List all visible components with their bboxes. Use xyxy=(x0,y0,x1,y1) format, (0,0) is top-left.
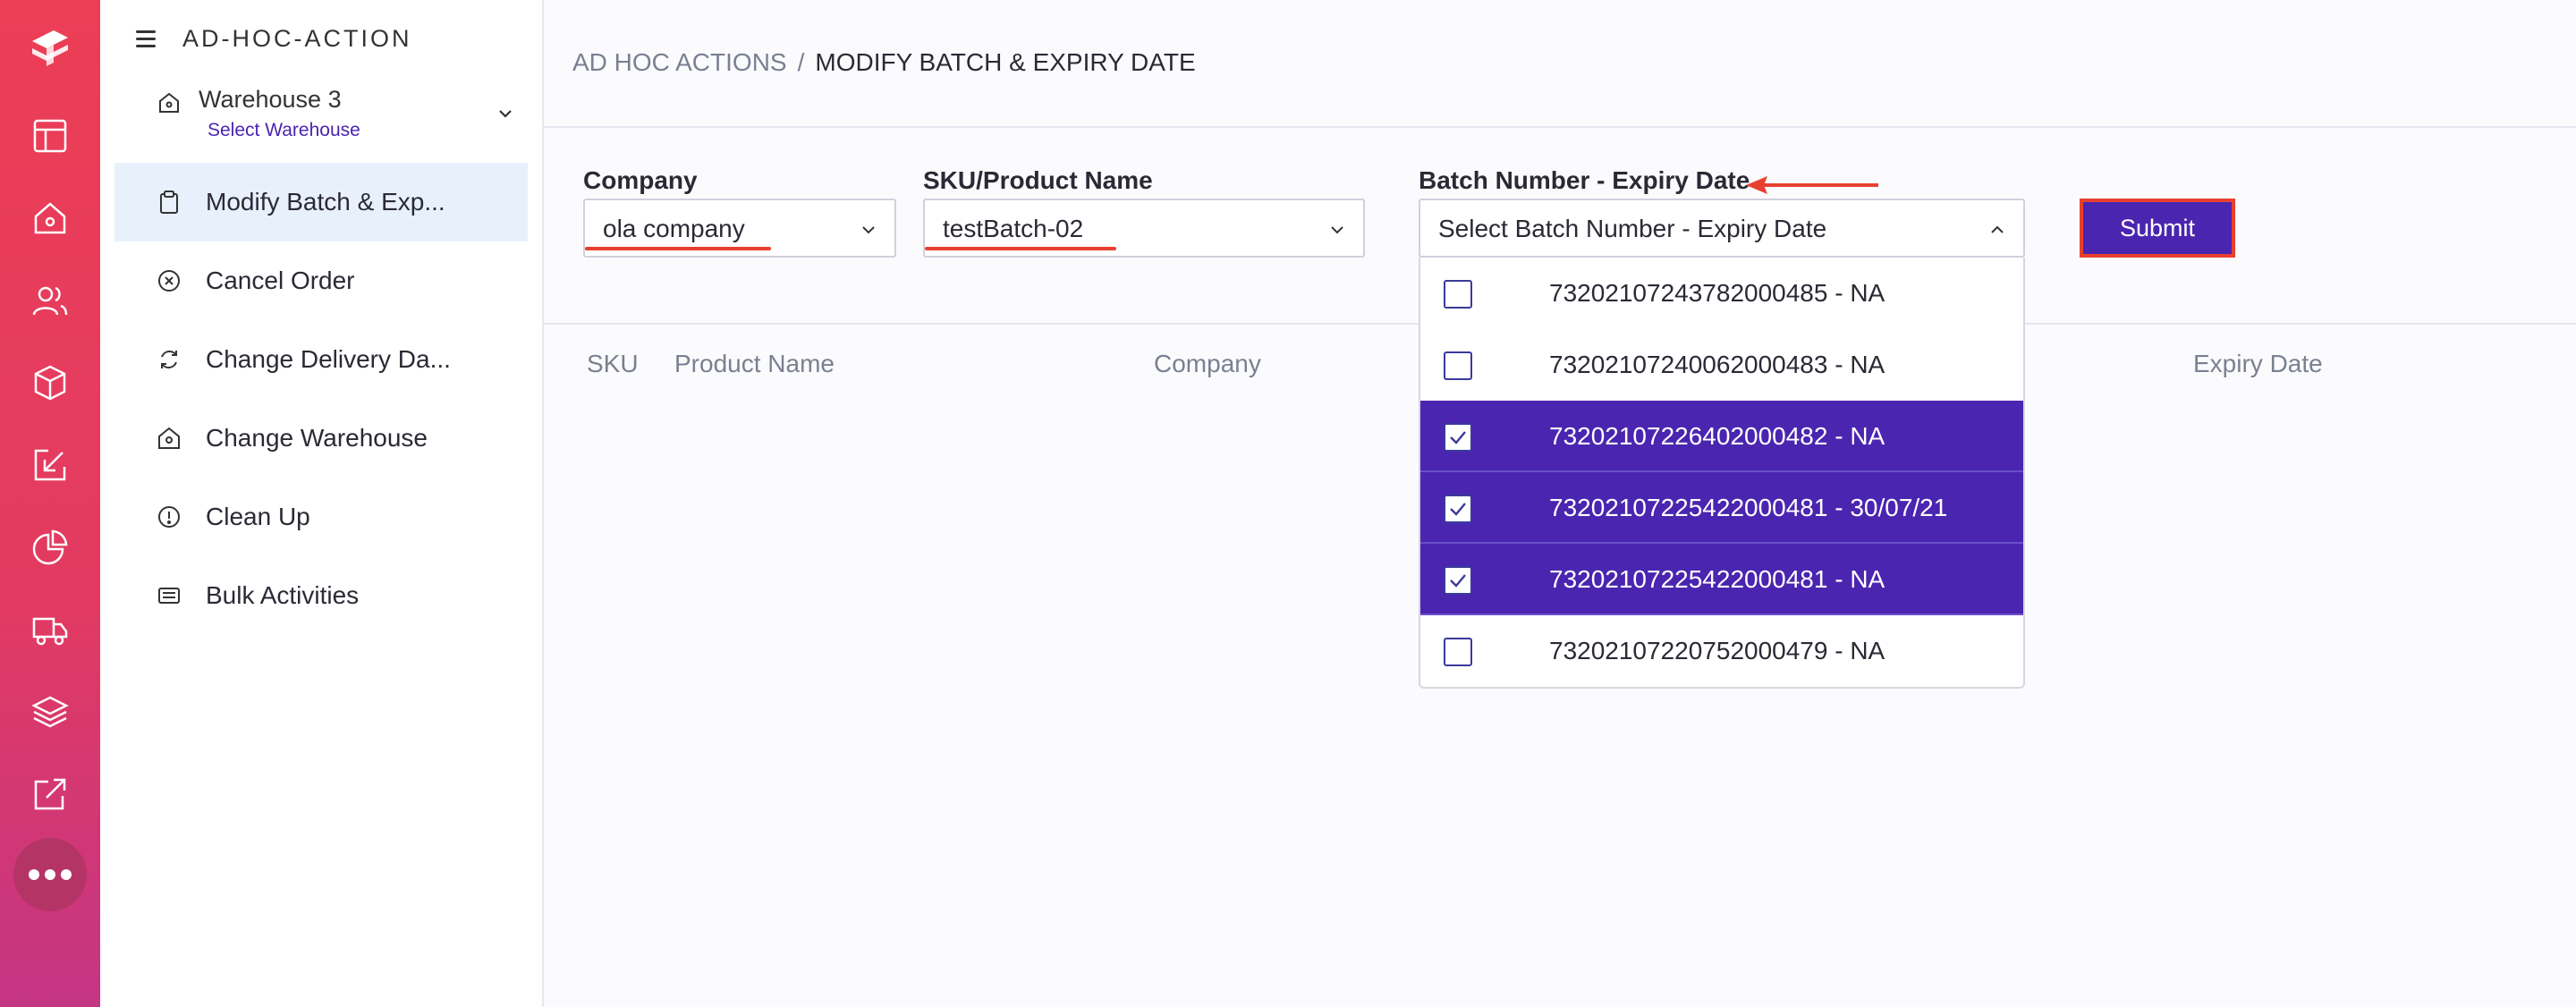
column-header-expiry-date: Expiry Date xyxy=(2193,350,2323,377)
batch-select[interactable]: Select Batch Number - Expiry Date xyxy=(1419,199,2025,258)
batch-placeholder: Select Batch Number - Expiry Date xyxy=(1438,215,1827,242)
batch-option-label: 73202107243782000485 - NA xyxy=(1549,279,1885,307)
sidebar-nav: Modify Batch & Exp... Cancel Order Chang… xyxy=(114,163,528,635)
chevron-down-icon xyxy=(862,226,875,234)
batch-option[interactable]: 73202107226402000482 - NA xyxy=(1420,401,2023,472)
chevron-down-icon xyxy=(1331,226,1343,234)
breadcrumb-current: MODIFY BATCH & EXPIRY DATE xyxy=(815,48,1196,76)
checkbox[interactable] xyxy=(1444,566,1472,595)
cancel-circle-icon xyxy=(158,270,180,292)
sidebar-item-label: Clean Up xyxy=(206,503,310,530)
checkbox[interactable] xyxy=(1444,495,1472,523)
sidebar-item-label: Change Delivery Da... xyxy=(206,345,451,373)
batch-option-label: 73202107240062000483 - NA xyxy=(1549,351,1885,378)
sku-label: SKU/Product Name xyxy=(923,166,1153,194)
check-icon xyxy=(1450,503,1466,516)
app-logo-icon[interactable] xyxy=(27,23,73,70)
batch-option[interactable]: 73202107240062000483 - NA xyxy=(1420,329,2023,401)
checkbox[interactable] xyxy=(1444,351,1472,380)
batch-option[interactable]: 73202107243782000485 - NA xyxy=(1420,258,2023,329)
batch-option-label: 73202107220752000479 - NA xyxy=(1549,637,1885,664)
sidebar-item-change-delivery-date[interactable]: Change Delivery Da... xyxy=(114,320,528,399)
app-title: AD-HOC-ACTION xyxy=(182,25,412,52)
warehouse-selector[interactable]: Warehouse 3 Select Warehouse xyxy=(157,86,515,148)
warehouse-name: Warehouse 3 xyxy=(199,86,342,113)
chevron-down-icon xyxy=(499,110,512,118)
column-header-sku: SKU xyxy=(587,350,639,377)
sku-value: testBatch-02 xyxy=(943,215,1084,242)
checkbox[interactable] xyxy=(1444,280,1472,309)
truck-icon[interactable] xyxy=(30,610,70,649)
alert-circle-icon xyxy=(158,506,180,528)
check-icon xyxy=(1450,574,1466,588)
sku-annotation-underline xyxy=(925,247,1116,250)
sidebar-item-label: Bulk Activities xyxy=(206,581,360,609)
batch-option-label: 73202107225422000481 - NA xyxy=(1549,565,1885,593)
refresh-icon xyxy=(161,351,177,368)
company-label: Company xyxy=(583,166,698,194)
layout-icon[interactable] xyxy=(30,116,70,156)
sidebar-item-modify-batch[interactable]: Modify Batch & Exp... xyxy=(114,163,528,241)
layers-icon[interactable] xyxy=(30,692,70,732)
batch-option[interactable]: 73202107220752000479 - NA xyxy=(1420,615,2023,687)
sidebar-item-bulk-activities[interactable]: Bulk Activities xyxy=(114,556,528,635)
sidebar-item-label: Modify Batch & Exp... xyxy=(206,188,445,216)
batch-option[interactable]: 73202107225422000481 - NA xyxy=(1420,544,2023,615)
check-icon xyxy=(1450,431,1466,444)
pie-chart-icon[interactable] xyxy=(30,528,70,567)
more-menu-button[interactable] xyxy=(13,838,87,911)
batch-option-label: 73202107225422000481 - 30/07/21 xyxy=(1549,494,1948,521)
sidebar: AD-HOC-ACTION Warehouse 3 Select Warehou… xyxy=(100,0,544,1007)
external-link-icon[interactable] xyxy=(30,774,70,814)
sidebar-header: AD-HOC-ACTION xyxy=(136,25,412,53)
hamburger-icon[interactable] xyxy=(136,30,156,48)
sidebar-item-label: Change Warehouse xyxy=(206,424,428,452)
checkbox[interactable] xyxy=(1444,423,1472,452)
warehouse-hint: Select Warehouse xyxy=(208,120,360,140)
submit-button[interactable]: Submit xyxy=(2080,199,2235,258)
sidebar-item-label: Cancel Order xyxy=(206,267,355,294)
column-header-product-name: Product Name xyxy=(674,350,835,377)
list-icon xyxy=(158,588,180,604)
batch-label: Batch Number - Expiry Date xyxy=(1419,166,1750,194)
sidebar-item-clean-up[interactable]: Clean Up xyxy=(114,478,528,556)
batch-dropdown-list: 73202107243782000485 - NA 73202107240062… xyxy=(1419,258,2025,689)
breadcrumb-parent-link[interactable]: AD HOC ACTIONS xyxy=(572,48,787,76)
home-icon xyxy=(158,427,180,449)
main-content: AD HOC ACTIONS / MODIFY BATCH & EXPIRY DAT… xyxy=(544,0,2576,1007)
sidebar-item-cancel-order[interactable]: Cancel Order xyxy=(114,241,528,320)
app-rail xyxy=(0,0,100,1007)
home-icon xyxy=(159,92,179,113)
users-icon[interactable] xyxy=(30,281,70,320)
clipboard-icon xyxy=(160,190,178,214)
box-icon[interactable] xyxy=(30,363,70,402)
header-divider xyxy=(544,126,2576,128)
column-header-company: Company xyxy=(1154,350,1261,377)
breadcrumb: AD HOC ACTIONS / MODIFY BATCH & EXPIRY DAT… xyxy=(572,48,1196,77)
breadcrumb-separator: / xyxy=(797,48,805,76)
annotation-arrow-icon xyxy=(1746,176,1878,194)
chevron-up-icon xyxy=(1991,225,2004,233)
sidebar-item-change-warehouse[interactable]: Change Warehouse xyxy=(114,399,528,478)
checkbox[interactable] xyxy=(1444,638,1472,666)
inbound-icon[interactable] xyxy=(30,445,70,485)
company-annotation-underline xyxy=(585,247,771,250)
home-icon[interactable] xyxy=(30,199,70,238)
company-value: ola company xyxy=(603,215,745,242)
batch-option[interactable]: 73202107225422000481 - 30/07/21 xyxy=(1420,472,2023,544)
batch-option-label: 73202107226402000482 - NA xyxy=(1549,422,1885,450)
